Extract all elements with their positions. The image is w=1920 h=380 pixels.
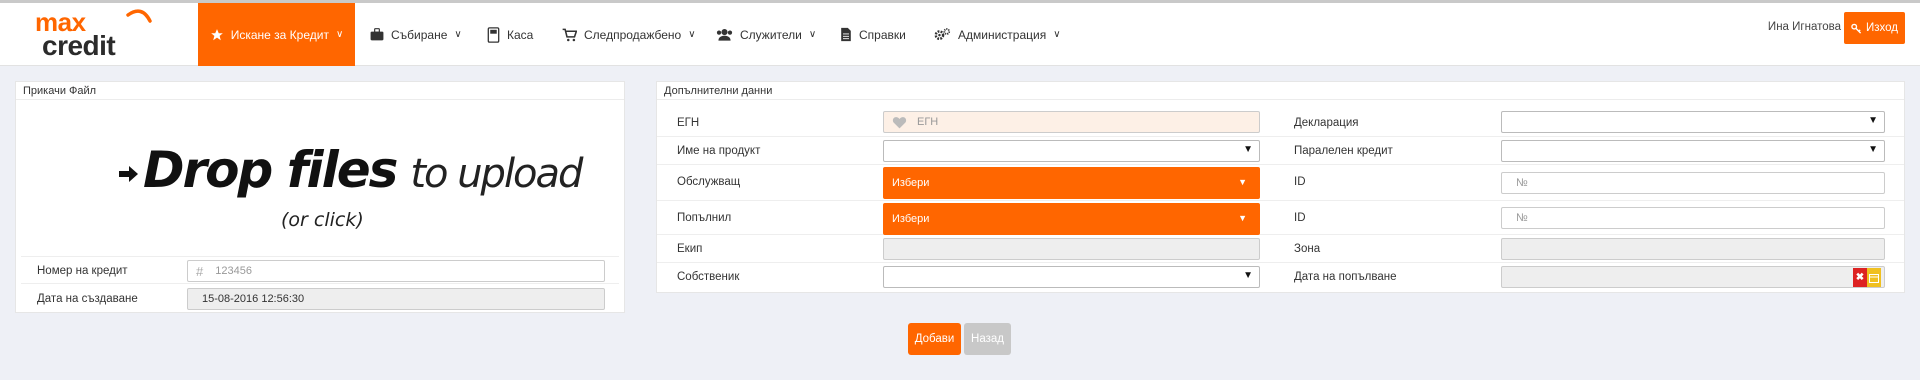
hash-icon: # — [196, 263, 204, 279]
filled-by-select-value: Избери — [892, 213, 930, 225]
top-navbar: max credit Искане за Кредит ∨ Събиране ∨… — [0, 3, 1920, 66]
document-icon — [841, 27, 851, 42]
egn-row: ЕГН ЕГН Декларация ▼ — [657, 109, 1904, 137]
current-user-name: Ина Игнатова — [1767, 21, 1841, 33]
egn-label: ЕГН — [677, 117, 700, 129]
id2-placeholder: № — [1516, 212, 1528, 224]
dropdown-arrow-icon: ▼ — [1868, 144, 1878, 155]
id1-placeholder: № — [1516, 177, 1528, 189]
nav-label: Администрация — [958, 27, 1047, 42]
maxcredit-logo[interactable]: max credit — [32, 7, 162, 63]
panel-title: Прикачи Файл — [16, 82, 624, 100]
dropdown-arrow-icon: ▼ — [1238, 177, 1247, 187]
dropdown-arrow-icon: ▼ — [1238, 213, 1247, 223]
chevron-down-icon: ∨ — [808, 29, 817, 40]
logout-button[interactable]: Изход — [1844, 12, 1905, 44]
filled-by-label: Попълнил — [677, 212, 732, 224]
key-icon — [1851, 23, 1862, 34]
serving-row: Обслужващ Избери ▼ ID № — [657, 165, 1904, 201]
arrow-right-icon — [119, 165, 138, 182]
dropzone-thin-text: to upload — [410, 151, 583, 197]
owner-select[interactable]: ▼ — [883, 266, 1260, 288]
chevron-down-icon: ∨ — [454, 29, 462, 40]
credit-number-row: Номер на кредит # 123456 — [21, 256, 619, 284]
team-row: Екип Зона — [657, 235, 1904, 263]
credit-number-input[interactable]: # 123456 — [187, 260, 605, 282]
id2-label: ID — [1294, 212, 1306, 224]
heart-icon — [892, 116, 907, 128]
parallel-credit-label: Паралелен кредит — [1294, 145, 1393, 157]
gears-icon — [934, 28, 951, 40]
team-field — [883, 238, 1260, 260]
nav-label: Следпродажбено — [584, 27, 682, 42]
nav-label: Събиране — [391, 27, 448, 42]
team-label: Екип — [677, 243, 703, 255]
egn-input[interactable]: ЕГН — [883, 111, 1260, 133]
declaration-select[interactable]: ▼ — [1501, 111, 1885, 133]
product-select[interactable]: ▼ — [883, 140, 1260, 162]
dropdown-arrow-icon: ▼ — [1868, 115, 1878, 126]
parallel-credit-select[interactable]: ▼ — [1501, 140, 1885, 162]
created-date-label: Дата на създаване — [37, 293, 138, 305]
owner-label: Собственик — [677, 271, 740, 283]
dropzone-strong-text: Drop files — [143, 141, 398, 199]
serving-select-value: Избери — [892, 177, 930, 189]
id1-input[interactable]: № — [1501, 172, 1885, 194]
panel-title: Допълнителни данни — [657, 82, 1904, 100]
dropdown-arrow-icon: ▼ — [1243, 270, 1253, 281]
additional-data-panel: Допълнителни данни ЕГН ЕГН Декларация ▼ … — [656, 81, 1905, 293]
product-label: Име на продукт — [677, 145, 761, 157]
chevron-down-icon: ∨ — [1053, 29, 1061, 40]
briefcase-icon — [370, 28, 384, 41]
declaration-label: Декларация — [1294, 117, 1359, 129]
nav-label: Каса — [507, 27, 534, 42]
file-dropzone[interactable]: Drop files to upload (or click) — [16, 101, 624, 249]
egn-placeholder: ЕГН — [917, 116, 939, 128]
filled-by-row: Попълнил Избери ▼ ID № — [657, 201, 1904, 235]
calendar-icon[interactable] — [1867, 268, 1881, 287]
nav-item-after-sales[interactable]: Следпродажбено ∨ — [562, 3, 696, 66]
dropzone-headline: Drop files to upload — [119, 141, 583, 199]
filled-by-select[interactable]: Избери ▼ — [883, 203, 1260, 235]
dropdown-arrow-icon: ▼ — [1243, 144, 1253, 155]
chevron-down-icon: ∨ — [688, 29, 696, 40]
back-button[interactable]: Назад — [964, 323, 1011, 355]
created-date-row: Дата на създаване 15-08-2016 12:56:30 — [21, 285, 619, 313]
credit-number-placeholder: 123456 — [215, 265, 252, 277]
logout-label: Изход — [1865, 22, 1898, 34]
nav-item-reports[interactable]: Справки — [840, 3, 906, 66]
serving-label: Обслужващ — [677, 176, 741, 188]
chevron-down-icon: ∨ — [335, 29, 344, 40]
svg-text:credit: credit — [42, 30, 115, 61]
created-date-field: 15-08-2016 12:56:30 — [187, 288, 605, 310]
zone-label: Зона — [1294, 243, 1321, 255]
star-icon — [210, 28, 223, 40]
attach-file-panel: Прикачи Файл Drop files to upload (or cl… — [15, 81, 625, 313]
nav-item-employees[interactable]: Служители ∨ — [716, 3, 816, 66]
nav-label: Искане за Кредит — [230, 27, 329, 42]
serving-select[interactable]: Избери ▼ — [883, 167, 1260, 199]
nav-item-cashdesk[interactable]: Каса — [487, 3, 533, 66]
cash-register-icon — [487, 26, 500, 43]
id2-input[interactable]: № — [1501, 207, 1885, 229]
nav-item-collection[interactable]: Събиране ∨ — [370, 3, 462, 66]
add-button[interactable]: Добави — [908, 323, 961, 355]
nav-item-credit-request[interactable]: Искане за Кредит ∨ — [198, 3, 355, 66]
nav-label: Справки — [859, 27, 906, 42]
fill-date-label: Дата на попълване — [1294, 271, 1397, 283]
credit-number-label: Номер на кредит — [37, 265, 128, 277]
fill-date-field[interactable] — [1501, 266, 1885, 288]
owner-row: Собственик ▼ Дата на попълване ✖ — [657, 263, 1904, 291]
dropzone-hint: (or click) — [281, 209, 364, 231]
users-icon — [716, 29, 733, 41]
zone-field — [1501, 238, 1885, 260]
cart-icon — [562, 28, 577, 41]
clear-date-icon[interactable]: ✖ — [1853, 268, 1867, 287]
product-row: Име на продукт ▼ Паралелен кредит ▼ — [657, 137, 1904, 165]
nav-item-administration[interactable]: Администрация ∨ — [934, 3, 1061, 66]
id1-label: ID — [1294, 176, 1306, 188]
nav-label: Служители — [740, 27, 802, 42]
